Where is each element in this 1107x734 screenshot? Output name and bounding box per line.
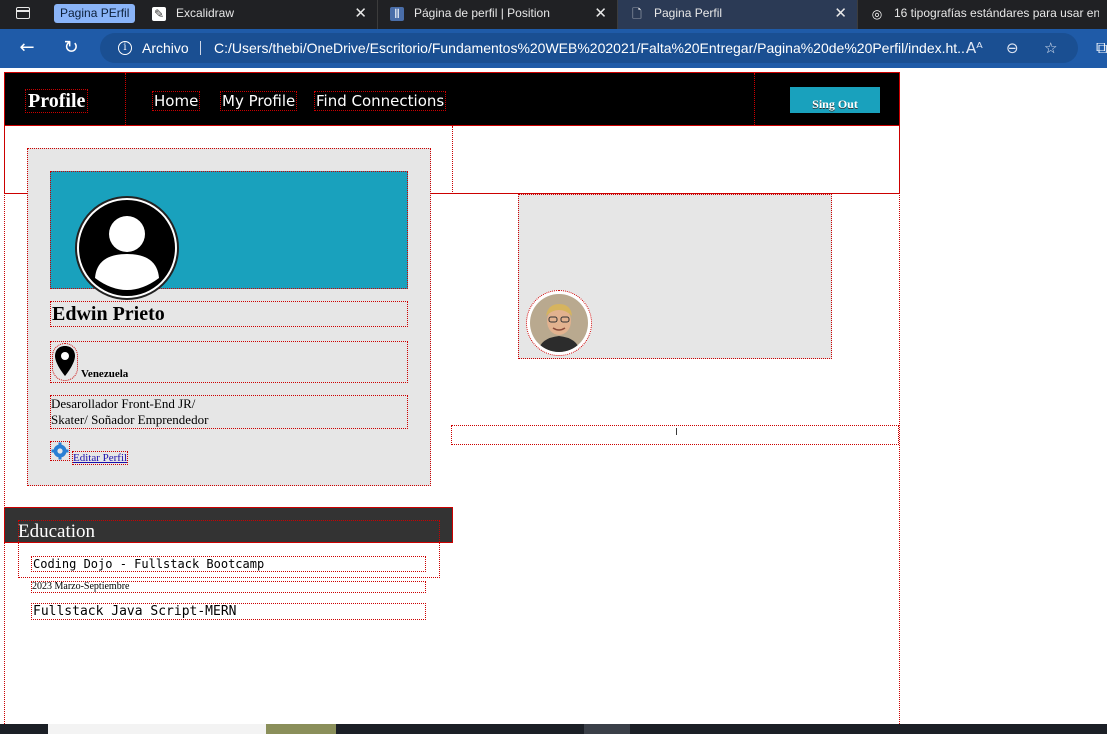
info-icon[interactable]: i	[118, 41, 132, 55]
navbar: Profile Home My Profile Find Connections…	[4, 72, 900, 126]
taskbar-app[interactable]	[48, 724, 266, 734]
tab-label: Página de perfil | Position	[414, 6, 550, 20]
page-icon: 🗋	[632, 7, 642, 21]
nav-links: Home My Profile Find Connections	[125, 73, 755, 125]
close-icon[interactable]: ✕	[594, 0, 607, 27]
cover-card	[518, 194, 832, 359]
default-avatar-icon	[75, 196, 179, 300]
empty-section-outline: I	[451, 425, 899, 445]
os-taskbar	[0, 724, 1107, 734]
omnibox[interactable]: i Archivo C:/Users/thebi/OneDrive/Escrit…	[100, 33, 1078, 63]
page-viewport: Profile Home My Profile Find Connections…	[0, 68, 1107, 724]
nav-link-home[interactable]: Home	[152, 91, 201, 111]
tab-actions-icon[interactable]	[16, 7, 30, 19]
close-icon[interactable]: ✕	[354, 0, 367, 27]
extensions-icon[interactable]: ⧉	[1096, 38, 1107, 58]
nav-link-find-connections[interactable]: Find Connections	[314, 91, 447, 111]
tab-position[interactable]: ⫴ Página de perfil | Position ✕	[378, 0, 618, 29]
address-bar: ← ↻ i Archivo C:/Users/thebi/OneDrive/Es…	[0, 29, 1107, 68]
tab-label: 16 tipografías estándares para usar en w…	[894, 6, 1099, 20]
education-program: Fullstack Java Script-MERN	[31, 603, 426, 620]
refresh-icon[interactable]: ↻	[60, 37, 82, 59]
country-label: Venezuela	[81, 368, 129, 380]
profile-card: Edwin Prieto Venezuela Desarollador Fron…	[27, 148, 431, 486]
education-dates: 2023 Marzo-Septiembre	[31, 581, 426, 593]
browser-tab-bar: Pagina PErfil ✎ Excalidraw ✕ ⫴ Página de…	[0, 0, 1107, 29]
zoom-icon[interactable]: ⊖	[1006, 33, 1019, 63]
nav-link-my-profile[interactable]: My Profile	[220, 91, 298, 111]
profile-bio: Desarollador Front-End JR/ Skater/ Soñad…	[50, 395, 408, 429]
column-divider	[452, 126, 454, 192]
profile-photo	[526, 290, 592, 356]
web-icon: ◎	[871, 7, 883, 21]
gear-icon[interactable]	[50, 441, 70, 461]
brand-title[interactable]: Profile	[25, 89, 89, 113]
back-arrow-icon[interactable]: ←	[16, 37, 38, 59]
tab-label: Excalidraw	[176, 6, 235, 20]
taskbar-app[interactable]	[266, 724, 336, 734]
sign-out-button[interactable]: Sing Out	[790, 87, 880, 113]
profile-name: Edwin Prieto	[50, 301, 408, 327]
divider	[200, 41, 201, 55]
read-aloud-icon[interactable]: A͏ᴬ	[966, 33, 983, 63]
scheme-label: Archivo	[142, 40, 189, 56]
favorite-star-icon[interactable]: ☆	[1044, 33, 1057, 63]
url-text[interactable]: C:/Users/thebi/OneDrive/Escritorio/Funda…	[214, 33, 969, 63]
excalidraw-icon: ✎	[152, 7, 166, 21]
tab-excalidraw[interactable]: ✎ Excalidraw ✕	[140, 0, 378, 29]
close-icon[interactable]: ✕	[834, 0, 847, 27]
profile-banner	[50, 171, 408, 300]
tab-pagina-perfil[interactable]: 🗋 Pagina Perfil ✕	[618, 0, 858, 29]
education-school: Coding Dojo - Fullstack Bootcamp	[31, 556, 426, 572]
text-cursor-icon: I	[675, 427, 678, 438]
tab-label: Pagina Perfil	[654, 6, 723, 20]
position-icon: ⫴	[390, 7, 404, 21]
tab-group-label[interactable]: Pagina PErfil	[54, 4, 136, 23]
taskbar-app[interactable]	[584, 724, 630, 734]
location-pin-icon	[52, 343, 78, 381]
tab-tipografias[interactable]: ◎ 16 tipografías estándares para usar en…	[858, 0, 1107, 29]
profile-location: Venezuela	[50, 341, 408, 383]
edit-profile-link[interactable]: Editar Perfil	[72, 451, 129, 465]
bio-line: Desarollador Front-End JR/	[51, 396, 196, 411]
person-photo-icon	[530, 294, 588, 352]
bio-line: Skater/ Soñador Emprendedor	[51, 412, 209, 427]
